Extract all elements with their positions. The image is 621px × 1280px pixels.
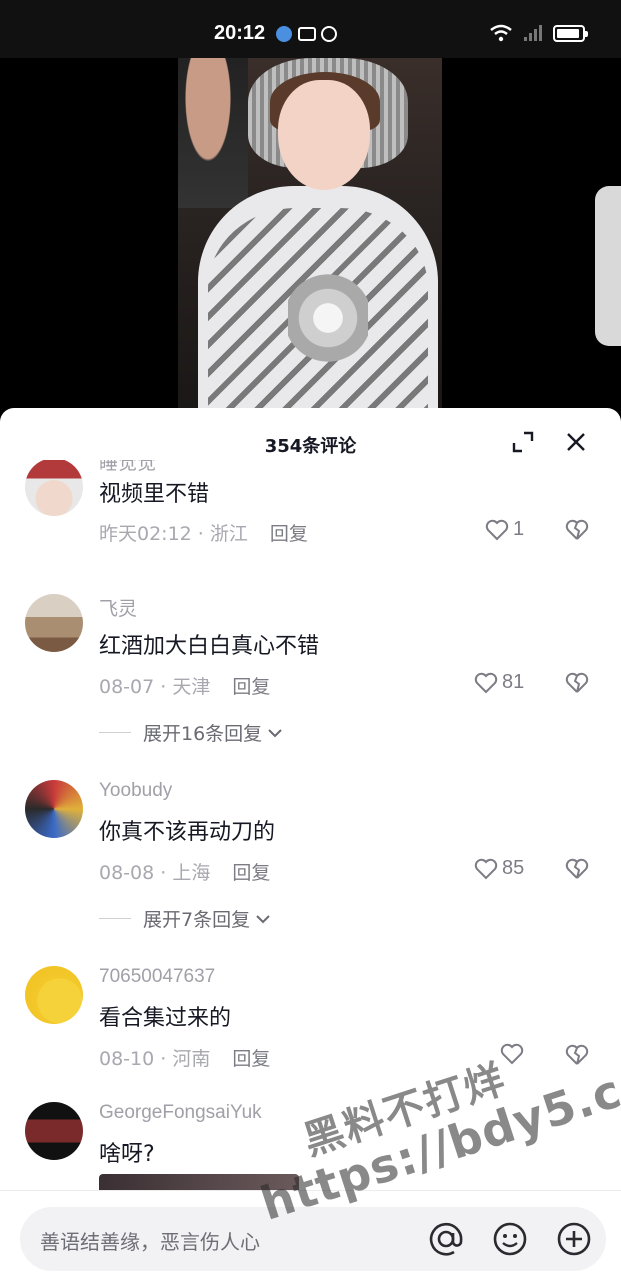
- emoji-icon[interactable]: [492, 1221, 528, 1257]
- like-button[interactable]: 1: [485, 518, 524, 541]
- heart-icon: [474, 672, 498, 693]
- comment-time: 08-08: [99, 862, 155, 884]
- hotspot-icon: [321, 26, 337, 42]
- avatar[interactable]: [25, 780, 83, 838]
- avatar[interactable]: [25, 460, 83, 516]
- expand-icon[interactable]: [512, 431, 534, 453]
- battery-icon: [553, 24, 588, 42]
- expand-replies-label: 展开7条回复: [143, 909, 251, 931]
- comment-text: 红酒加大白白真心不错: [99, 634, 320, 659]
- comment-location: 上海: [172, 862, 211, 884]
- comment-text: 你真不该再动刀的: [99, 820, 276, 845]
- close-icon[interactable]: [564, 430, 588, 454]
- comment-text: 啥呀?: [99, 1142, 155, 1167]
- comment-image[interactable]: [99, 1174, 299, 1190]
- video-player[interactable]: [0, 58, 621, 410]
- broken-heart-icon[interactable]: [565, 518, 589, 542]
- like-button[interactable]: 85: [474, 857, 524, 880]
- comment-meta: 08-10 · 河南 回复: [99, 1048, 271, 1070]
- comment-location: 河南: [172, 1048, 211, 1070]
- like-count: 85: [502, 857, 525, 879]
- comment-text: 看合集过来的: [99, 1006, 232, 1031]
- comment-location: 浙江: [209, 523, 248, 545]
- heart-icon: [485, 519, 509, 540]
- reply-button[interactable]: 回复: [232, 1048, 270, 1070]
- comments-sheet: 354条评论 睡觉觉 视频里不错 昨天02:12 · 浙江 回复 1 飞灵 红酒…: [0, 408, 621, 1280]
- broken-heart-icon[interactable]: [565, 1043, 589, 1067]
- comment-meta: 昨天02:12 · 浙江 回复: [99, 523, 308, 545]
- comment-meta: 08-07 · 天津 回复: [99, 676, 271, 698]
- chevron-down-icon: [268, 728, 282, 737]
- expand-replies-button[interactable]: 展开16条回复: [99, 719, 284, 746]
- avatar[interactable]: [25, 966, 83, 1024]
- comment-time: 昨天02:12: [99, 523, 192, 545]
- avatar[interactable]: [25, 1102, 83, 1160]
- add-icon[interactable]: [556, 1221, 592, 1257]
- expand-replies-button[interactable]: 展开7条回复: [99, 905, 272, 932]
- reply-button[interactable]: 回复: [232, 862, 270, 884]
- comment-username[interactable]: 睡觉觉: [99, 460, 156, 475]
- mention-icon[interactable]: [428, 1221, 464, 1257]
- expand-replies-label: 展开16条回复: [143, 723, 263, 745]
- status-time: 20:12: [214, 22, 266, 44]
- like-button[interactable]: [500, 1043, 528, 1065]
- like-count: 81: [502, 671, 525, 693]
- avatar[interactable]: [25, 594, 83, 652]
- comment-input-placeholder: 善语结善缘，恶言伤人心: [40, 1230, 260, 1254]
- comment-list[interactable]: 睡觉觉 视频里不错 昨天02:12 · 浙江 回复 1 飞灵 红酒加大白白真心不错…: [0, 460, 621, 1190]
- comment-username[interactable]: 飞灵: [99, 594, 137, 621]
- like-count: 1: [513, 518, 525, 540]
- status-bar: 20:12: [0, 0, 621, 58]
- wifi-icon: [490, 24, 512, 42]
- comment-time: 08-07: [99, 676, 155, 698]
- divider: [99, 732, 131, 733]
- comment-time: 08-10: [99, 1048, 155, 1070]
- like-button[interactable]: 81: [474, 671, 524, 694]
- divider: [99, 918, 131, 919]
- signal-icon: [524, 25, 542, 41]
- browser-app-icon: [276, 26, 292, 42]
- comment-input-bar: 善语结善缘，恶言伤人心: [0, 1190, 621, 1280]
- video-frame-image: [178, 58, 442, 410]
- heart-icon: [474, 858, 498, 879]
- comment-meta: 08-08 · 上海 回复: [99, 862, 271, 884]
- reply-button[interactable]: 回复: [270, 523, 308, 545]
- comment-username[interactable]: GeorgeFongsaiYuk: [99, 1102, 262, 1124]
- chevron-down-icon: [256, 914, 270, 923]
- comment-input[interactable]: 善语结善缘，恶言伤人心: [20, 1207, 606, 1271]
- reply-button[interactable]: 回复: [232, 676, 270, 698]
- side-drawer-handle[interactable]: [595, 186, 621, 346]
- comment-location: 天津: [172, 676, 211, 698]
- comment-username[interactable]: 70650047637: [99, 966, 215, 988]
- broken-heart-icon[interactable]: [565, 857, 589, 881]
- comment-text: 视频里不错: [99, 482, 210, 507]
- mail-app-icon: [298, 27, 316, 41]
- heart-icon: [500, 1043, 524, 1065]
- comment-username[interactable]: Yoobudy: [99, 780, 172, 802]
- broken-heart-icon[interactable]: [565, 671, 589, 695]
